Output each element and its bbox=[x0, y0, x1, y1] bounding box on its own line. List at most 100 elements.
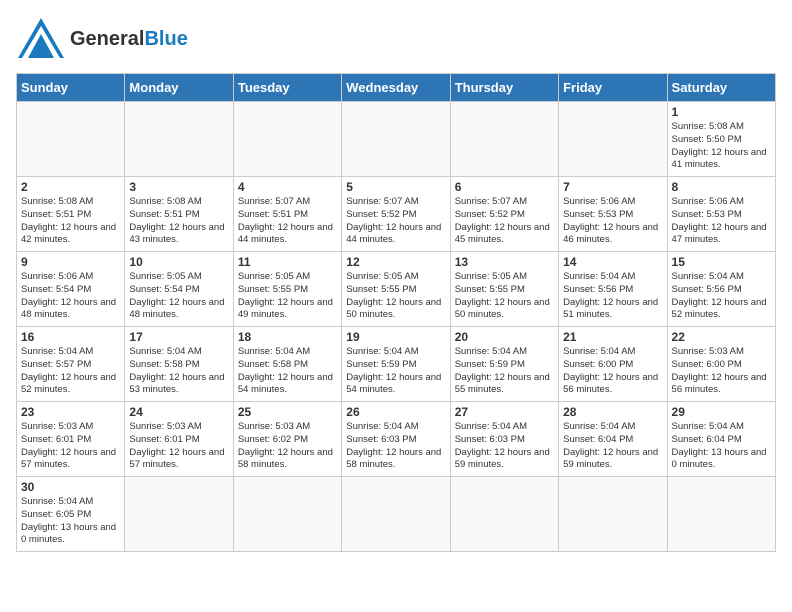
logo-icon bbox=[16, 16, 66, 61]
day-number: 1 bbox=[672, 105, 771, 119]
cell-info: Sunrise: 5:04 AM Sunset: 5:59 PM Dayligh… bbox=[455, 346, 554, 397]
day-number: 29 bbox=[672, 405, 771, 419]
calendar-cell: 30 Sunrise: 5:04 AM Sunset: 6:05 PM Dayli… bbox=[17, 477, 125, 552]
calendar-cell: 17 Sunrise: 5:04 AM Sunset: 5:58 PM Dayli… bbox=[125, 327, 233, 402]
calendar-cell: 15Sunrise: 5:04 AM Sunset: 5:56 PM Dayli… bbox=[667, 252, 775, 327]
day-number: 28 bbox=[563, 405, 662, 419]
calendar-cell bbox=[342, 477, 450, 552]
day-number: 23 bbox=[21, 405, 120, 419]
calendar-header-row: SundayMondayTuesdayWednesdayThursdayFrid… bbox=[17, 74, 776, 102]
calendar-cell: 8Sunrise: 5:06 AM Sunset: 5:53 PM Daylig… bbox=[667, 177, 775, 252]
calendar-cell: 19Sunrise: 5:04 AM Sunset: 5:59 PM Dayli… bbox=[342, 327, 450, 402]
day-number: 6 bbox=[455, 180, 554, 194]
calendar-cell: 10 Sunrise: 5:05 AM Sunset: 5:54 PM Dayli… bbox=[125, 252, 233, 327]
calendar-cell bbox=[450, 477, 558, 552]
day-number: 18 bbox=[238, 330, 337, 344]
cell-info: Sunrise: 5:07 AM Sunset: 5:52 PM Dayligh… bbox=[455, 196, 554, 247]
calendar-cell: 23 Sunrise: 5:03 AM Sunset: 6:01 PM Dayli… bbox=[17, 402, 125, 477]
day-number: 5 bbox=[346, 180, 445, 194]
cell-info: Sunrise: 5:05 AM Sunset: 5:55 PM Dayligh… bbox=[455, 271, 554, 322]
calendar-cell: 2Sunrise: 5:08 AM Sunset: 5:51 PM Daylig… bbox=[17, 177, 125, 252]
cell-info: Sunrise: 5:03 AM Sunset: 6:00 PM Dayligh… bbox=[672, 346, 771, 397]
day-number: 10 bbox=[129, 255, 228, 269]
day-number: 11 bbox=[238, 255, 337, 269]
cell-info: Sunrise: 5:08 AM Sunset: 5:50 PM Dayligh… bbox=[672, 121, 771, 172]
calendar-cell: 9 Sunrise: 5:06 AM Sunset: 5:54 PM Daylig… bbox=[17, 252, 125, 327]
calendar-cell: 5 Sunrise: 5:07 AM Sunset: 5:52 PM Daylig… bbox=[342, 177, 450, 252]
calendar-cell bbox=[450, 102, 558, 177]
day-header-monday: Monday bbox=[125, 74, 233, 102]
cell-info: Sunrise: 5:06 AM Sunset: 5:54 PM Dayligh… bbox=[21, 271, 120, 322]
day-number: 25 bbox=[238, 405, 337, 419]
calendar-cell: 12Sunrise: 5:05 AM Sunset: 5:55 PM Dayli… bbox=[342, 252, 450, 327]
calendar-cell: 18 Sunrise: 5:04 AM Sunset: 5:58 PM Dayli… bbox=[233, 327, 341, 402]
calendar-week-row: 16 Sunrise: 5:04 AM Sunset: 5:57 PM Dayli… bbox=[17, 327, 776, 402]
calendar-week-row: 30 Sunrise: 5:04 AM Sunset: 6:05 PM Dayli… bbox=[17, 477, 776, 552]
day-number: 19 bbox=[346, 330, 445, 344]
day-number: 22 bbox=[672, 330, 771, 344]
calendar-cell: 25 Sunrise: 5:03 AM Sunset: 6:02 PM Dayli… bbox=[233, 402, 341, 477]
calendar-cell bbox=[342, 102, 450, 177]
cell-info: Sunrise: 5:04 AM Sunset: 6:03 PM Dayligh… bbox=[346, 421, 445, 472]
cell-info: Sunrise: 5:04 AM Sunset: 5:56 PM Dayligh… bbox=[672, 271, 771, 322]
cell-info: Sunrise: 5:04 AM Sunset: 5:58 PM Dayligh… bbox=[238, 346, 337, 397]
day-number: 27 bbox=[455, 405, 554, 419]
cell-info: Sunrise: 5:07 AM Sunset: 5:52 PM Dayligh… bbox=[346, 196, 445, 247]
calendar-cell: 16 Sunrise: 5:04 AM Sunset: 5:57 PM Dayli… bbox=[17, 327, 125, 402]
day-header-thursday: Thursday bbox=[450, 74, 558, 102]
calendar-cell: 26Sunrise: 5:04 AM Sunset: 6:03 PM Dayli… bbox=[342, 402, 450, 477]
cell-info: Sunrise: 5:03 AM Sunset: 6:01 PM Dayligh… bbox=[21, 421, 120, 472]
cell-info: Sunrise: 5:05 AM Sunset: 5:54 PM Dayligh… bbox=[129, 271, 228, 322]
cell-info: Sunrise: 5:05 AM Sunset: 5:55 PM Dayligh… bbox=[238, 271, 337, 322]
day-number: 20 bbox=[455, 330, 554, 344]
cell-info: Sunrise: 5:08 AM Sunset: 5:51 PM Dayligh… bbox=[129, 196, 228, 247]
calendar-cell: 11 Sunrise: 5:05 AM Sunset: 5:55 PM Dayli… bbox=[233, 252, 341, 327]
calendar-cell: 14Sunrise: 5:04 AM Sunset: 5:56 PM Dayli… bbox=[559, 252, 667, 327]
calendar-cell bbox=[125, 477, 233, 552]
calendar-cell: 1 Sunrise: 5:08 AM Sunset: 5:50 PM Daylig… bbox=[667, 102, 775, 177]
calendar-cell: 22 Sunrise: 5:03 AM Sunset: 6:00 PM Dayli… bbox=[667, 327, 775, 402]
day-header-sunday: Sunday bbox=[17, 74, 125, 102]
day-number: 3 bbox=[129, 180, 228, 194]
day-number: 30 bbox=[21, 480, 120, 494]
day-number: 7 bbox=[563, 180, 662, 194]
day-number: 9 bbox=[21, 255, 120, 269]
calendar-cell bbox=[17, 102, 125, 177]
calendar-week-row: 9 Sunrise: 5:06 AM Sunset: 5:54 PM Daylig… bbox=[17, 252, 776, 327]
cell-info: Sunrise: 5:04 AM Sunset: 6:05 PM Dayligh… bbox=[21, 496, 120, 547]
header: GeneralBlue bbox=[16, 16, 776, 61]
calendar-cell: 7 Sunrise: 5:06 AM Sunset: 5:53 PM Daylig… bbox=[559, 177, 667, 252]
calendar-cell bbox=[125, 102, 233, 177]
day-header-saturday: Saturday bbox=[667, 74, 775, 102]
logo-blue-text: Blue bbox=[144, 28, 187, 50]
cell-info: Sunrise: 5:04 AM Sunset: 6:04 PM Dayligh… bbox=[672, 421, 771, 472]
cell-info: Sunrise: 5:04 AM Sunset: 5:57 PM Dayligh… bbox=[21, 346, 120, 397]
day-number: 17 bbox=[129, 330, 228, 344]
calendar-cell: 27Sunrise: 5:04 AM Sunset: 6:03 PM Dayli… bbox=[450, 402, 558, 477]
calendar-cell: 21 Sunrise: 5:04 AM Sunset: 6:00 PM Dayli… bbox=[559, 327, 667, 402]
cell-info: Sunrise: 5:06 AM Sunset: 5:53 PM Dayligh… bbox=[563, 196, 662, 247]
calendar-table: SundayMondayTuesdayWednesdayThursdayFrid… bbox=[16, 73, 776, 552]
calendar-cell bbox=[559, 477, 667, 552]
cell-info: Sunrise: 5:03 AM Sunset: 6:02 PM Dayligh… bbox=[238, 421, 337, 472]
cell-info: Sunrise: 5:04 AM Sunset: 5:58 PM Dayligh… bbox=[129, 346, 228, 397]
cell-info: Sunrise: 5:05 AM Sunset: 5:55 PM Dayligh… bbox=[346, 271, 445, 322]
cell-info: Sunrise: 5:06 AM Sunset: 5:53 PM Dayligh… bbox=[672, 196, 771, 247]
cell-info: Sunrise: 5:04 AM Sunset: 6:00 PM Dayligh… bbox=[563, 346, 662, 397]
logo: GeneralBlue bbox=[16, 16, 188, 61]
day-header-friday: Friday bbox=[559, 74, 667, 102]
calendar-cell bbox=[233, 477, 341, 552]
cell-info: Sunrise: 5:08 AM Sunset: 5:51 PM Dayligh… bbox=[21, 196, 120, 247]
calendar-cell: 3 Sunrise: 5:08 AM Sunset: 5:51 PM Daylig… bbox=[125, 177, 233, 252]
day-number: 16 bbox=[21, 330, 120, 344]
day-number: 4 bbox=[238, 180, 337, 194]
calendar-cell: 13Sunrise: 5:05 AM Sunset: 5:55 PM Dayli… bbox=[450, 252, 558, 327]
calendar-cell bbox=[667, 477, 775, 552]
calendar-week-row: 2Sunrise: 5:08 AM Sunset: 5:51 PM Daylig… bbox=[17, 177, 776, 252]
day-number: 14 bbox=[563, 255, 662, 269]
day-number: 21 bbox=[563, 330, 662, 344]
calendar-cell: 6 Sunrise: 5:07 AM Sunset: 5:52 PM Daylig… bbox=[450, 177, 558, 252]
calendar-cell: 20 Sunrise: 5:04 AM Sunset: 5:59 PM Dayli… bbox=[450, 327, 558, 402]
calendar-week-row: 1 Sunrise: 5:08 AM Sunset: 5:50 PM Daylig… bbox=[17, 102, 776, 177]
calendar-cell: 4Sunrise: 5:07 AM Sunset: 5:51 PM Daylig… bbox=[233, 177, 341, 252]
